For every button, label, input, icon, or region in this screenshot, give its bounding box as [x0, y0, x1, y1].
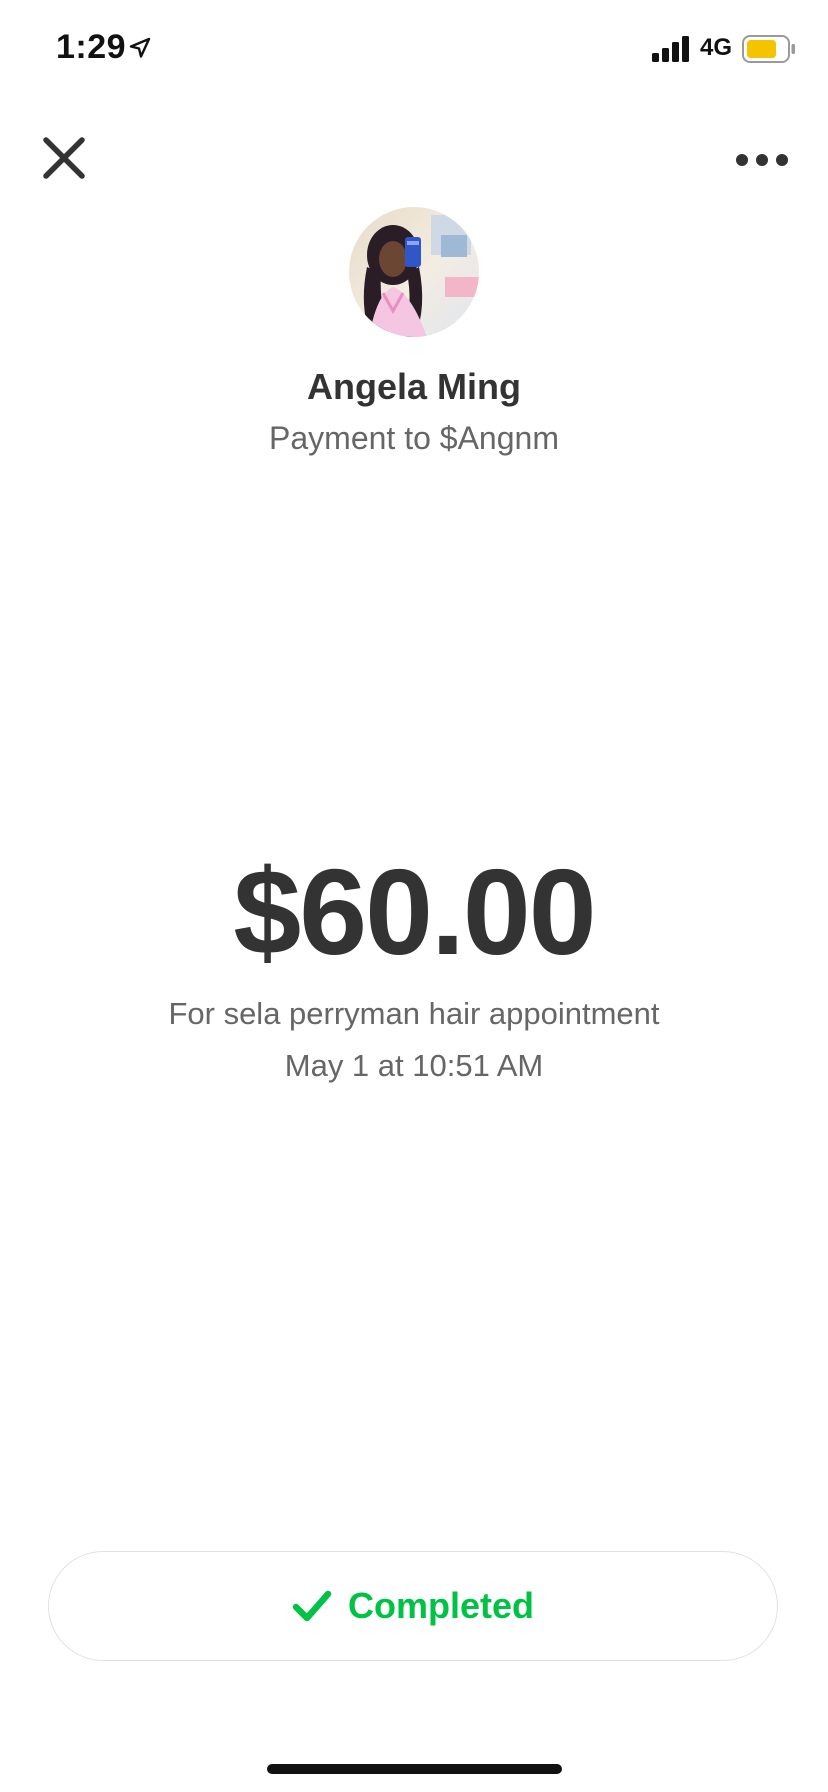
- more-options-button[interactable]: [732, 140, 792, 180]
- avatar-photo: [349, 207, 479, 337]
- home-indicator[interactable]: [267, 1764, 562, 1774]
- status-bar: 1:29 4G: [0, 0, 828, 100]
- recipient-name: Angela Ming: [307, 366, 521, 407]
- network-type: 4G: [700, 34, 733, 61]
- payment-amount: $60.00: [233, 844, 596, 980]
- avatar[interactable]: [349, 207, 479, 337]
- recipient-cashtag: Payment to $Angnm: [269, 420, 559, 456]
- checkmark-icon: [292, 1590, 332, 1622]
- status-time: 1:29: [56, 28, 127, 66]
- more-options-icon: [736, 154, 788, 166]
- location-arrow-icon: [129, 37, 151, 58]
- completed-status-button[interactable]: Completed: [48, 1551, 778, 1661]
- close-button[interactable]: [38, 132, 90, 184]
- close-icon: [43, 137, 85, 179]
- status-label: Completed: [347, 1585, 534, 1626]
- payment-date: May 1 at 10:51 AM: [284, 1048, 544, 1083]
- cellular-signal-icon: [652, 36, 689, 62]
- battery-icon: [742, 35, 795, 63]
- payment-note: For sela perryman hair appointment: [168, 996, 660, 1031]
